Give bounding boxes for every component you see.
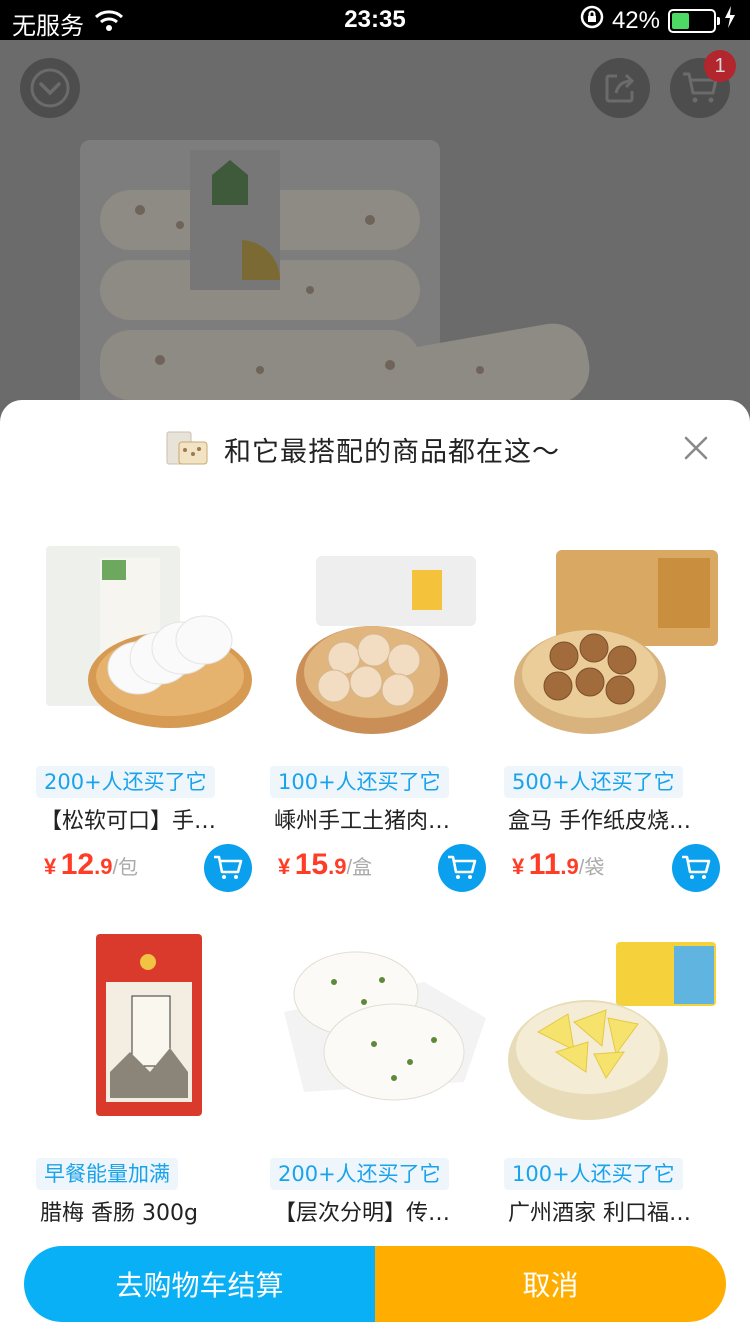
product-hero-image bbox=[80, 140, 590, 430]
product-image-sausage bbox=[96, 934, 202, 1116]
close-button[interactable] bbox=[678, 430, 714, 466]
product-card[interactable]: 100+人还买了它 广州酒家 利口福… bbox=[492, 922, 726, 1302]
product-card[interactable]: 500+人还买了它 盒马 手作纸皮烧… ¥ 11.9/袋 bbox=[492, 530, 726, 910]
price-unit: /包 bbox=[112, 857, 138, 879]
product-name: 广州酒家 利口福… bbox=[508, 1201, 691, 1226]
share-button[interactable] bbox=[590, 58, 650, 118]
product-price: ¥ 15.9/盒 bbox=[278, 848, 372, 882]
purchase-badge: 500+人还买了它 bbox=[504, 766, 683, 798]
cart-icon bbox=[214, 855, 243, 879]
add-to-cart-button[interactable] bbox=[438, 844, 486, 892]
product-name: 腊梅 香肠 300g bbox=[40, 1201, 198, 1226]
action-bar: 去购物车结算 取消 bbox=[24, 1246, 726, 1322]
status-bar: 无服务 23:35 42% bbox=[0, 0, 750, 40]
share-icon bbox=[605, 73, 635, 103]
product-name: 盒马 手作纸皮烧… bbox=[508, 809, 691, 834]
sheet-header: 和它最搭配的商品都在这～ bbox=[0, 400, 750, 500]
sheet-title: 和它最搭配的商品都在这～ bbox=[224, 437, 560, 468]
product-image-scallion-rolls bbox=[284, 951, 486, 1101]
status-right: 42% bbox=[580, 5, 736, 36]
recommendation-sheet: 和它最搭配的商品都在这～ 200+人还买了它 【松软可口】手… ¥ 12.9/包… bbox=[0, 400, 750, 1334]
cart-count-badge: 1 bbox=[704, 50, 736, 82]
add-to-cart-button[interactable] bbox=[672, 844, 720, 892]
product-card[interactable]: 200+人还买了它 【层次分明】传… bbox=[258, 922, 492, 1302]
price-decimal: .9 bbox=[94, 854, 113, 879]
product-price: ¥ 12.9/包 bbox=[44, 848, 138, 882]
price-currency: ¥ bbox=[512, 854, 525, 879]
price-currency: ¥ bbox=[44, 854, 57, 879]
charging-icon bbox=[724, 6, 736, 35]
cart-icon bbox=[448, 855, 477, 879]
product-image-steamed-buns bbox=[46, 546, 252, 728]
product-card[interactable]: 100+人还买了它 嵊州手工土猪肉… ¥ 15.9/盒 bbox=[258, 530, 492, 910]
price-currency: ¥ bbox=[278, 854, 291, 879]
promo-badge: 早餐能量加满 bbox=[36, 1158, 178, 1190]
product-name: 【层次分明】传… bbox=[274, 1201, 451, 1226]
product-name: 嵊州手工土猪肉… bbox=[274, 809, 451, 834]
price-unit: /盒 bbox=[346, 857, 372, 879]
battery-icon bbox=[668, 8, 720, 33]
checkout-button[interactable]: 去购物车结算 bbox=[24, 1246, 375, 1322]
product-image-shaomai bbox=[514, 550, 718, 734]
product-card[interactable]: 早餐能量加满 腊梅 香肠 300g bbox=[24, 922, 258, 1302]
product-card[interactable]: 200+人还买了它 【松软可口】手… ¥ 12.9/包 bbox=[24, 530, 258, 910]
product-price: ¥ 11.9/袋 bbox=[512, 848, 604, 882]
product-image-cake bbox=[508, 942, 716, 1120]
purchase-badge: 200+人还买了它 bbox=[36, 766, 215, 798]
cart-icon bbox=[682, 855, 711, 879]
price-decimal: .9 bbox=[560, 854, 579, 879]
price-integer: 11 bbox=[528, 848, 561, 881]
product-thumbnail bbox=[166, 431, 208, 465]
price-decimal: .9 bbox=[328, 854, 347, 879]
purchase-badge: 100+人还买了它 bbox=[504, 1158, 683, 1190]
price-integer: 12 bbox=[60, 848, 95, 881]
purchase-badge: 100+人还买了它 bbox=[270, 766, 449, 798]
price-integer: 15 bbox=[294, 848, 329, 881]
rotation-lock-icon bbox=[580, 5, 604, 36]
collapse-button[interactable] bbox=[20, 58, 80, 118]
chevron-down-icon bbox=[30, 68, 70, 108]
add-to-cart-button[interactable] bbox=[204, 844, 252, 892]
price-unit: /袋 bbox=[578, 857, 605, 879]
battery-percent: 42% bbox=[611, 6, 660, 34]
cart-button[interactable]: 1 bbox=[670, 50, 736, 118]
product-name: 【松软可口】手… bbox=[40, 809, 217, 834]
product-image-pork-buns bbox=[296, 556, 476, 734]
cancel-button[interactable]: 取消 bbox=[375, 1246, 726, 1322]
close-icon bbox=[684, 436, 708, 460]
battery-level bbox=[672, 12, 689, 29]
purchase-badge: 200+人还买了它 bbox=[270, 1158, 449, 1190]
